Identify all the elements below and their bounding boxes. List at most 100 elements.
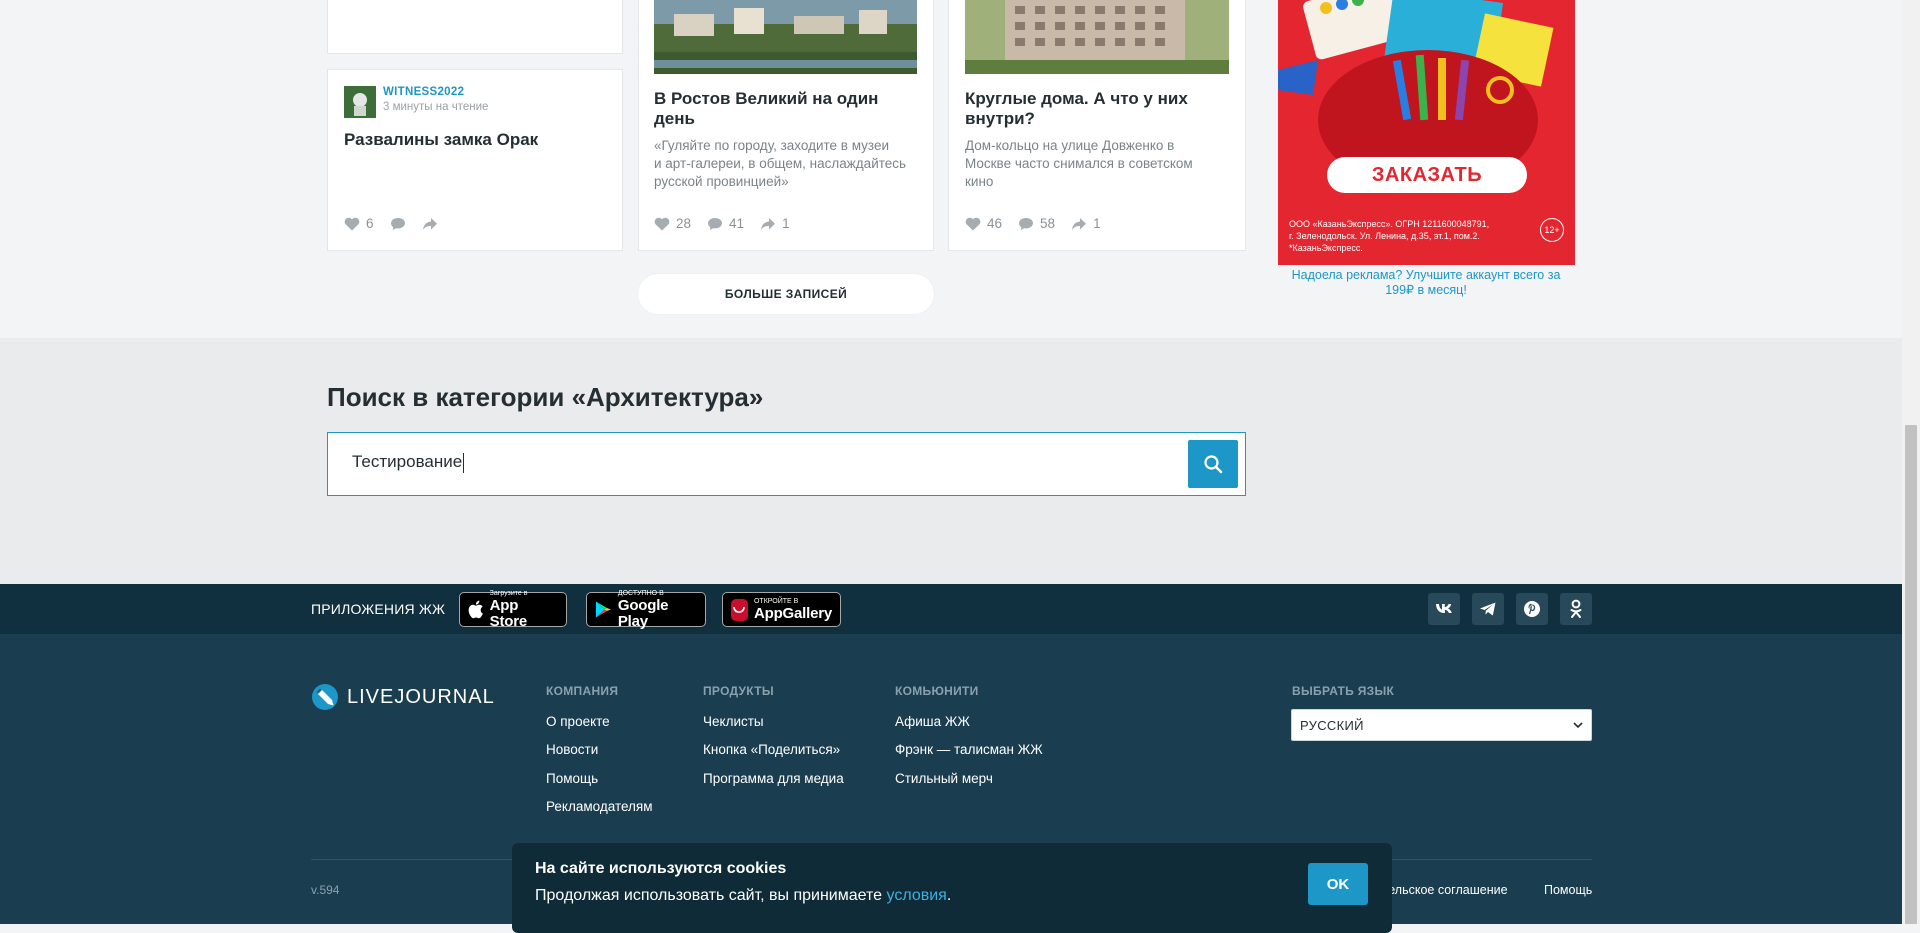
company-heading: КОМПАНИЯ [546, 684, 619, 698]
article-title[interactable]: Развалины замка Орак [344, 130, 538, 150]
desc-line: «Гуляйте по городу, заходите в музеи [654, 138, 889, 153]
article-thumbnail[interactable] [654, 0, 917, 74]
share-icon[interactable] [760, 217, 776, 231]
article-title[interactable]: В Ростов Великий на один день [654, 89, 924, 129]
read-time: 3 минуты на чтение [383, 101, 489, 113]
scrollbar-thumb[interactable] [1905, 425, 1917, 924]
search-input-value: Тестирование [352, 452, 463, 471]
livejournal-logo[interactable]: LIVEJOURNAL [311, 683, 495, 711]
avatar-image [344, 86, 376, 118]
desc-line: Дом-кольцо на улице Довженко в [965, 138, 1175, 153]
author-avatar[interactable] [344, 86, 376, 118]
search-field[interactable] [327, 432, 1246, 496]
desc-line: кино [965, 174, 994, 189]
desc-line: русской провинцией» [654, 174, 789, 189]
desc-line: и арт-галереи, в общем, наслаждайтесь [654, 156, 907, 171]
google-play-icon [595, 601, 611, 618]
cookie-ok-button[interactable]: OK [1308, 863, 1368, 905]
title-line: день [654, 109, 695, 128]
ad-legal-line: ООО «КазаньЭкспресс». ОГРН 1211600048791… [1289, 219, 1490, 229]
search-input[interactable]: Тестирование [352, 452, 465, 473]
cookie-title: На сайте используются cookies [535, 860, 787, 877]
comment-icon[interactable] [707, 217, 723, 231]
community-heading: КОМЬЮНИТИ [895, 684, 979, 698]
article-thumbnail[interactable] [965, 0, 1229, 74]
footer-link-frank[interactable]: Фрэнк — талисман ЖЖ [895, 742, 1043, 757]
comment-icon[interactable] [1018, 217, 1034, 231]
app-store-button[interactable]: Загрузите в App Store [459, 590, 567, 630]
shares-count: 1 [1093, 216, 1101, 231]
age-rating-badge: 12+ [1540, 218, 1564, 242]
footer-link-media-program[interactable]: Программа для медиа [703, 771, 844, 786]
heart-icon[interactable] [965, 217, 981, 231]
footer-link-share-button[interactable]: Кнопка «Поделиться» [703, 742, 840, 757]
ad-banner[interactable]: ЗАКАЗАТЬ ООО «КазаньЭкспресс». ОГРН 1211… [1278, 0, 1575, 265]
ad-order-button[interactable]: ЗАКАЗАТЬ [1327, 157, 1527, 193]
apps-label: ПРИЛОЖЕНИЯ ЖЖ [311, 601, 446, 617]
footer-link-help[interactable]: Помощь [546, 771, 598, 786]
share-icon[interactable] [422, 217, 438, 231]
likes-count: 46 [987, 216, 1003, 231]
article-description: «Гуляйте по городу, заходите в музеи и а… [654, 137, 924, 191]
title-line: В Ростов Великий на один [654, 89, 879, 108]
app-gallery-big: AppGallery [753, 604, 832, 622]
products-heading: ПРОДУКТЫ [703, 684, 774, 698]
more-posts-button[interactable]: БОЛЬШЕ ЗАПИСЕЙ [638, 274, 934, 314]
search-button[interactable] [1188, 440, 1238, 488]
language-selected: РУССКИЙ [1300, 717, 1364, 733]
article-stats: 28 41 1 [654, 216, 800, 231]
app-store-big: App Store [489, 596, 528, 630]
odnoklassniki-icon[interactable] [1560, 593, 1592, 625]
vk-icon[interactable] [1428, 593, 1460, 625]
likes-count: 6 [366, 216, 374, 231]
footer-link-advertisers[interactable]: Рекламодателям [546, 799, 653, 814]
article-title[interactable]: Круглые дома. А что у них внутри? [965, 89, 1235, 129]
app-gallery-button[interactable]: ОТКРОЙТЕ В AppGallery [722, 592, 841, 627]
cookie-text: Продолжая использовать сайт, вы принимае… [535, 887, 951, 905]
city-photo [654, 0, 917, 74]
google-play-big: Google Play [617, 596, 669, 630]
article-stats: 46 58 1 [965, 216, 1111, 231]
ad-upsell-link[interactable]: Надоела реклама? Улучшите аккаунт всего … [1276, 268, 1576, 298]
apps-bar [0, 584, 1902, 634]
heart-icon[interactable] [654, 217, 670, 231]
author-name[interactable]: WITNESS2022 [383, 86, 464, 98]
google-play-button[interactable]: ДОСТУПНО В Google Play [586, 590, 706, 630]
footer-link-afisha[interactable]: Афиша ЖЖ [895, 714, 970, 729]
pinterest-icon[interactable] [1516, 593, 1548, 625]
footer-link-checklists[interactable]: Чеклисты [703, 714, 764, 729]
search-title: Поиск в категории «Архитектура» [327, 382, 764, 412]
ad-legal-line: г. Зеленодольск. Ул. Ленина, д.35, эт.1,… [1289, 231, 1480, 241]
ad-legal-line: *КазаньЭкспресс. [1289, 243, 1363, 253]
cookie-terms-link[interactable]: условия [887, 887, 947, 904]
footer-link-user-agreement[interactable]: ательское соглашение [1376, 883, 1508, 897]
article-card-top[interactable] [327, 0, 623, 54]
google-play-text: ДОСТУПНО В Google Play [618, 590, 697, 630]
telegram-icon[interactable] [1472, 593, 1504, 625]
ad-upsell-line: Надоела реклама? Улучшите аккаунт всего … [1291, 268, 1561, 282]
shares-count: 1 [782, 216, 790, 231]
article-stats: 6 [344, 216, 448, 231]
app-store-text: Загрузите в App Store [490, 590, 558, 630]
building-photo [965, 0, 1229, 74]
logo-text: LIVEJOURNAL [347, 685, 495, 708]
livejournal-logo-icon [312, 684, 338, 710]
ad-legal-text: ООО «КазаньЭкспресс». ОГРН 1211600048791… [1289, 218, 1529, 254]
language-select[interactable]: РУССКИЙ [1291, 709, 1592, 741]
ad-upsell-line: 199₽ в месяц! [1385, 283, 1467, 297]
footer-link-merch[interactable]: Стильный мерч [895, 771, 993, 786]
footer-link-news[interactable]: Новости [546, 742, 598, 757]
footer-link-help-bottom[interactable]: Помощь [1544, 883, 1592, 897]
footer-link-about[interactable]: О проекте [546, 714, 610, 729]
heart-icon[interactable] [344, 217, 360, 231]
search-icon [1204, 455, 1223, 474]
language-heading: ВЫБРАТЬ ЯЗЫК [1292, 684, 1395, 698]
cookie-period: . [946, 887, 952, 904]
apple-icon [468, 600, 483, 619]
title-line: Круглые дома. А что у них [965, 89, 1188, 108]
comments-count: 41 [729, 216, 745, 231]
comments-count: 58 [1040, 216, 1056, 231]
share-icon[interactable] [1071, 217, 1087, 231]
comment-icon[interactable] [390, 217, 406, 231]
title-line: внутри? [965, 109, 1035, 128]
